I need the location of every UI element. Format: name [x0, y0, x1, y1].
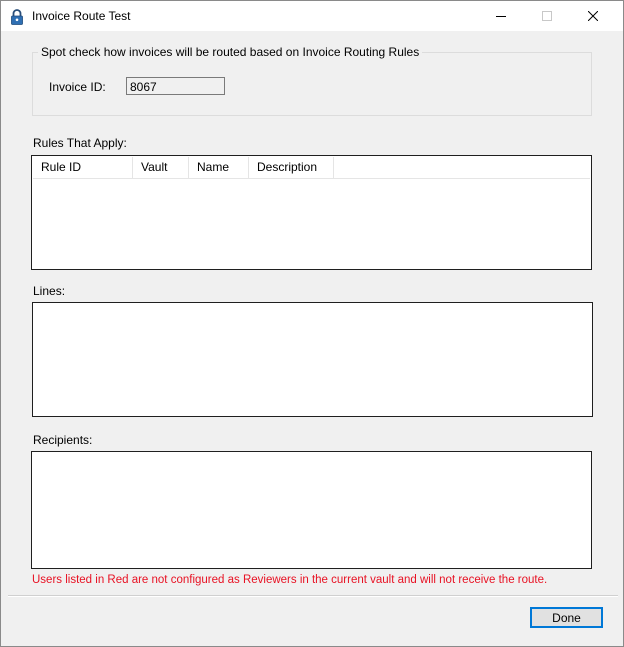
- invoice-id-label: Invoice ID:: [49, 80, 106, 94]
- footer-separator: [8, 595, 618, 597]
- close-icon: [588, 11, 598, 21]
- lines-label: Lines:: [33, 284, 66, 298]
- column-header-vault[interactable]: Vault: [133, 157, 189, 178]
- padlock-icon: [10, 9, 24, 25]
- minimize-button[interactable]: [478, 1, 524, 31]
- spot-check-legend: Spot check how invoices will be routed b…: [38, 45, 423, 59]
- rules-label: Rules That Apply:: [33, 136, 127, 150]
- spot-check-groupbox: [32, 52, 592, 116]
- rules-list[interactable]: Rule ID Vault Name Description: [31, 155, 592, 270]
- column-header-description[interactable]: Description: [249, 157, 334, 178]
- recipients-label: Recipients:: [33, 433, 93, 447]
- minimize-icon: [496, 16, 506, 17]
- maximize-button: [524, 1, 570, 31]
- rules-list-header: Rule ID Vault Name Description: [33, 157, 590, 179]
- invoice-id-field[interactable]: 8067: [126, 77, 225, 95]
- invoice-route-test-window: Invoice Route Test Spot check how invoic…: [0, 0, 624, 647]
- column-header-rule-id[interactable]: Rule ID: [33, 157, 133, 178]
- title-bar[interactable]: Invoice Route Test: [1, 1, 623, 31]
- column-header-name[interactable]: Name: [189, 157, 249, 178]
- close-button[interactable]: [570, 1, 616, 31]
- done-button[interactable]: Done: [530, 607, 603, 628]
- recipients-warning-text: Users listed in Red are not configured a…: [32, 574, 548, 586]
- lines-list[interactable]: [32, 302, 593, 417]
- maximize-icon: [542, 11, 552, 21]
- recipients-list[interactable]: [31, 451, 592, 569]
- window-title: Invoice Route Test: [32, 9, 131, 23]
